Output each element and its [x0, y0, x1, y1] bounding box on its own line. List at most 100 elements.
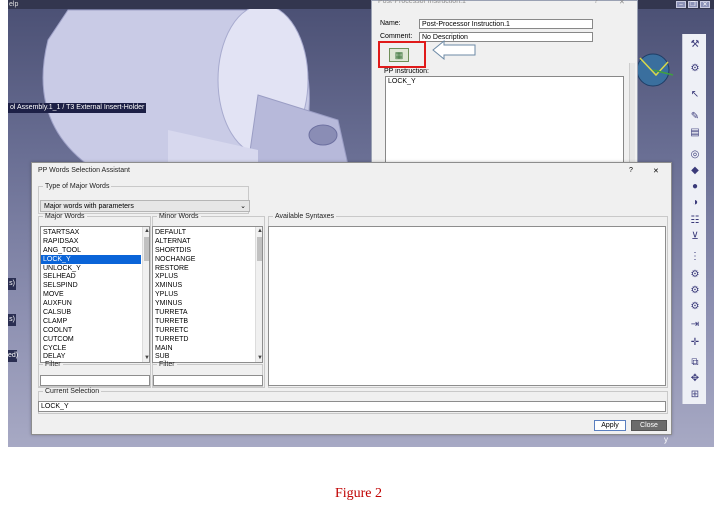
list-item[interactable]: LOCK_Y: [41, 254, 141, 264]
major-words-label: Major Words: [45, 213, 85, 220]
chevron-down-icon: ⌄: [240, 203, 246, 210]
cursor-icon[interactable]: ↖: [687, 88, 703, 102]
transform-icon[interactable]: ✥: [687, 372, 703, 386]
scroll-thumb[interactable]: [257, 237, 262, 261]
dots-icon[interactable]: ⋮: [687, 250, 703, 264]
edge-label: ed): [8, 350, 18, 362]
type-group-label: Type of Major Words: [45, 183, 110, 190]
scroll-up-icon[interactable]: ▲: [143, 227, 149, 235]
dialog-title: Post-Processor Instruction.1: [378, 0, 466, 5]
close-button[interactable]: Close: [631, 420, 667, 431]
copy-icon[interactable]: ⧉: [687, 356, 703, 370]
list-item[interactable]: AUXFUN: [41, 299, 141, 308]
list-item[interactable]: YPLUS: [153, 290, 253, 299]
shading-icon[interactable]: ◑: [687, 196, 703, 210]
syntaxes-label: Available Syntaxes: [275, 213, 335, 220]
dialog-title: PP Words Selection Assistant: [38, 167, 130, 174]
close-icon[interactable]: ✕: [619, 0, 625, 6]
list-item[interactable]: TURRETD: [153, 335, 253, 344]
list-item[interactable]: SHORTDIS: [153, 246, 253, 255]
material-icon[interactable]: ●: [687, 180, 703, 194]
instruction-text: LOCK_Y: [388, 78, 416, 85]
axis-label: y: [664, 435, 668, 444]
current-selection-field[interactable]: LOCK_Y: [38, 401, 666, 412]
sphere-icon[interactable]: ◎: [687, 148, 703, 162]
list-item[interactable]: STARTSAX: [41, 228, 141, 237]
right-toolbar: ⚒ ⚙ ↖ ✎ ▤ ◎ ◆ ● ◑ ☷ ⊻ ⋮ ⚙ ⚙ ⚙ ⇥ ✛ ⧉ ✥ ⊞: [682, 34, 706, 404]
highlight-box: [378, 41, 426, 68]
restore-icon[interactable]: ❐: [688, 1, 698, 8]
list-item[interactable]: TURRETB: [153, 317, 253, 326]
list-item[interactable]: DEFAULT: [153, 228, 253, 237]
scroll-thumb[interactable]: [144, 237, 149, 261]
list-item[interactable]: CUTCOM: [41, 335, 141, 344]
filter-label: Filter: [159, 361, 175, 368]
list-icon[interactable]: ☷: [687, 214, 703, 228]
operation-icon[interactable]: ⚙: [687, 300, 703, 314]
list-item[interactable]: ANG_TOOL: [41, 246, 141, 255]
tool-path-icon[interactable]: ✎: [687, 110, 703, 124]
list-item[interactable]: TURRETA: [153, 308, 253, 317]
list-item[interactable]: XMINUS: [153, 281, 253, 290]
name-label: Name:: [380, 20, 401, 27]
list-item[interactable]: SELSPIND: [41, 281, 141, 290]
machining-tool-icon[interactable]: ⚒: [687, 38, 703, 52]
select-value: Major words with parameters: [44, 203, 134, 210]
operation-icon[interactable]: ⚙: [687, 284, 703, 298]
scrollbar[interactable]: [629, 63, 635, 163]
close-icon[interactable]: ✕: [653, 167, 659, 175]
instruction-label: PP instruction:: [384, 68, 430, 75]
scrollbar[interactable]: ▲ ▼: [255, 227, 262, 362]
list-item[interactable]: MAIN: [153, 344, 253, 353]
list-item[interactable]: COOLNT: [41, 326, 141, 335]
minor-filter-input[interactable]: [153, 375, 263, 386]
apply-button[interactable]: Apply: [594, 420, 626, 431]
document-icon[interactable]: ▤: [687, 126, 703, 140]
minimize-icon[interactable]: –: [676, 1, 686, 8]
syntaxes-list[interactable]: [268, 226, 666, 386]
list-item[interactable]: MOVE: [41, 290, 141, 299]
major-words-list[interactable]: STARTSAX RAPIDSAX ANG_TOOL LOCK_Y UNLOCK_Y SE…: [40, 226, 150, 363]
pattern-icon[interactable]: ⊞: [687, 388, 703, 402]
minor-words-list[interactable]: DEFAULT ALTERNAT SHORTDIS NOCHANGE RESTORE XP…: [152, 226, 263, 363]
list-item[interactable]: ALTERNAT: [153, 237, 253, 246]
close-icon[interactable]: ✕: [700, 1, 710, 8]
list-item[interactable]: YMINUS: [153, 299, 253, 308]
pp-words-dialog: PP Words Selection Assistant ? ✕ Type of…: [31, 162, 672, 435]
current-selection-label: Current Selection: [45, 388, 100, 395]
operation-icon[interactable]: ⚙: [687, 268, 703, 282]
list-item[interactable]: SELHEAD: [41, 272, 141, 281]
filter-icon[interactable]: ⊻: [687, 230, 703, 244]
pp-instruction-icon[interactable]: ✛: [687, 336, 703, 350]
help-icon[interactable]: ?: [594, 0, 598, 5]
minor-words-label: Minor Words: [159, 213, 199, 220]
callout-arrow: [432, 40, 476, 60]
figure-caption: Figure 2: [334, 486, 383, 501]
list-item[interactable]: RESTORE: [153, 264, 253, 273]
help-menu[interactable]: elp: [9, 1, 18, 8]
scroll-up-icon[interactable]: ▲: [256, 227, 262, 235]
list-item[interactable]: TURRETC: [153, 326, 253, 335]
list-item[interactable]: UNLOCK_Y: [41, 264, 141, 273]
list-item[interactable]: CALSUB: [41, 308, 141, 317]
comment-label: Comment:: [380, 33, 413, 40]
gear-icon[interactable]: ⚙: [687, 62, 703, 76]
list-item[interactable]: CYCLE: [41, 344, 141, 353]
export-icon[interactable]: ⇥: [687, 318, 703, 332]
edge-label: s): [8, 278, 16, 290]
help-icon[interactable]: ?: [629, 167, 633, 174]
list-item[interactable]: CLAMP: [41, 317, 141, 326]
filter-label: Filter: [45, 361, 61, 368]
name-field[interactable]: Post-Processor Instruction.1: [419, 19, 593, 29]
major-filter-input[interactable]: [40, 375, 150, 386]
major-word-type-select[interactable]: Major words with parameters ⌄: [40, 200, 250, 212]
tree-node-label[interactable]: ol Assembly.1_1 / T3 External Insert-Hol…: [8, 103, 147, 113]
scrollbar[interactable]: ▲ ▼: [142, 227, 149, 362]
list-item[interactable]: XPLUS: [153, 272, 253, 281]
pp-instruction-dialog: Post-Processor Instruction.1 ? ✕ Name: P…: [371, 0, 638, 166]
list-item[interactable]: RAPIDSAX: [41, 237, 141, 246]
list-item[interactable]: NOCHANGE: [153, 255, 253, 264]
instruction-editor[interactable]: LOCK_Y: [385, 76, 624, 166]
edge-label: s): [8, 314, 16, 326]
cube-icon[interactable]: ◆: [687, 164, 703, 178]
